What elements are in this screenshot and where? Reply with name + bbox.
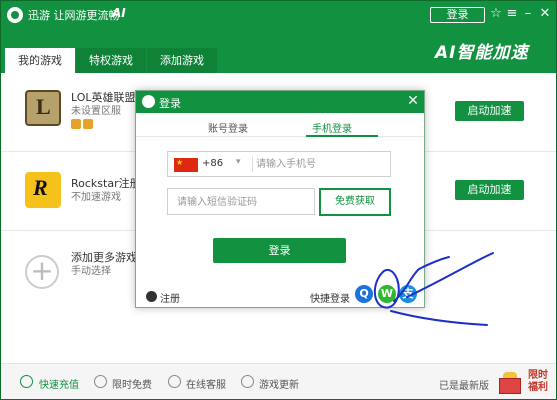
- sms-code-input[interactable]: [177, 193, 307, 211]
- chat-icon: [168, 375, 181, 388]
- wechat-icon[interactable]: W: [378, 285, 396, 303]
- tab-my-games[interactable]: 我的游戏: [5, 48, 75, 73]
- add-game-sub: 手动选择: [71, 266, 111, 277]
- login-dialog: 登录 ✕ 账号登录 手机登录 ★ +86 ▾ 免费获取 登录 注册 快捷登录 Q…: [135, 90, 425, 308]
- add-game-icon[interactable]: +: [25, 255, 59, 289]
- title-bar: 迅游 让网游更流畅 AI 登录 ☆ ≡ – ✕ AI智能加速 我的游戏 特权游戏…: [1, 1, 556, 73]
- game-server: 未设置区服: [71, 106, 121, 117]
- star-badge-icon: [83, 119, 93, 129]
- china-flag-icon[interactable]: ★: [174, 158, 198, 172]
- game-status: 不加速游戏: [71, 192, 121, 203]
- quick-recharge-link[interactable]: 快速充值: [39, 376, 79, 391]
- tab-add-games[interactable]: 添加游戏: [147, 48, 217, 73]
- footer-bar: 快速充值 限时免费 在线客服 游戏更新 已是最新版 限时福利: [1, 363, 556, 399]
- main-tabs: 我的游戏 特权游戏 添加游戏: [5, 48, 218, 73]
- tab-account-login[interactable]: 账号登录: [208, 120, 248, 135]
- limited-free-link[interactable]: 限时免费: [112, 376, 152, 391]
- login-mode-tabs: 账号登录 手机登录: [136, 117, 424, 137]
- dialog-close-icon[interactable]: ✕: [406, 93, 420, 109]
- start-speedup-button[interactable]: 启动加速: [455, 101, 524, 121]
- header-login-button[interactable]: 登录: [430, 7, 485, 23]
- dialog-header: 登录 ✕: [136, 91, 424, 113]
- version-status: 已是最新版: [439, 381, 489, 392]
- start-speedup-button[interactable]: 启动加速: [455, 180, 524, 200]
- get-code-button[interactable]: 免费获取: [319, 188, 391, 216]
- gift-icon[interactable]: [499, 364, 521, 399]
- promo-label[interactable]: 限时福利: [528, 370, 552, 394]
- tab-privileged-games[interactable]: 特权游戏: [76, 48, 146, 73]
- tab-phone-login[interactable]: 手机登录: [312, 120, 352, 135]
- vip-badge-icon: [71, 119, 81, 129]
- minimize-icon[interactable]: –: [519, 5, 537, 23]
- xunyou-logo-icon: [7, 7, 23, 23]
- ai-mark: AI: [112, 6, 126, 20]
- rockstar-icon: [25, 172, 61, 208]
- register-icon: [146, 291, 157, 302]
- country-code[interactable]: +86: [202, 158, 223, 169]
- lol-icon: [25, 90, 61, 126]
- close-icon[interactable]: ✕: [536, 5, 554, 23]
- register-link[interactable]: 注册: [160, 290, 180, 305]
- divider: [252, 157, 253, 172]
- qq-icon[interactable]: Q: [355, 285, 373, 303]
- sms-code-field[interactable]: [167, 188, 315, 215]
- active-tab-indicator: [306, 135, 378, 137]
- quick-login-label: 快捷登录: [310, 294, 350, 305]
- game-update-link[interactable]: 游戏更新: [259, 376, 299, 391]
- app-title: 迅游 让网游更流畅: [28, 9, 120, 22]
- alipay-icon[interactable]: 支: [399, 285, 417, 303]
- phone-input[interactable]: [256, 155, 386, 174]
- xunyou-logo-icon: [142, 95, 155, 108]
- dialog-title: 登录: [159, 97, 181, 110]
- coin-icon: [20, 375, 33, 388]
- online-support-link[interactable]: 在线客服: [186, 376, 226, 391]
- clock-icon: [94, 375, 107, 388]
- app-window: 迅游 让网游更流畅 AI 登录 ☆ ≡ – ✕ AI智能加速 我的游戏 特权游戏…: [0, 0, 557, 400]
- login-submit-button[interactable]: 登录: [213, 238, 346, 263]
- phone-field[interactable]: ★ +86 ▾: [167, 151, 391, 177]
- ai-brand-logo: AI智能加速: [435, 43, 529, 63]
- chevron-down-icon[interactable]: ▾: [236, 157, 241, 167]
- refresh-icon: [241, 375, 254, 388]
